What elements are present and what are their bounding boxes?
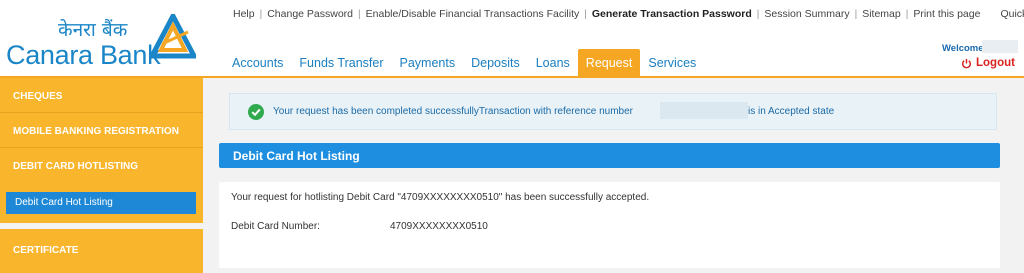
check-circle-icon — [248, 104, 264, 120]
divider — [0, 112, 203, 113]
triangle-logo-icon — [150, 14, 196, 59]
top-link-generate-transaction-password[interactable]: Generate Transaction Password — [587, 8, 757, 20]
sidebar-gap — [0, 223, 203, 229]
top-link-session-summary[interactable]: Session Summary — [759, 8, 854, 20]
welcome-text: Welcome — [942, 43, 984, 54]
header: केनरा बैंक Canara Bank Help | Change Passw… — [0, 0, 1024, 78]
top-links-bar: Help | Change Password | Enable/Disable Fina… — [228, 8, 1024, 20]
alert-status-text: is in Accepted state — [748, 106, 835, 117]
success-alert: Your request has been completed successf… — [229, 93, 997, 130]
sidebar-item-mobile-banking-registration[interactable]: MOBILE BANKING REGISTRATION — [0, 126, 203, 137]
sidebar-item-debit-card-hotlisting[interactable]: DEBIT CARD HOTLISTING — [0, 161, 203, 172]
sidebar: CHEQUES MOBILE BANKING REGISTRATION DEBI… — [0, 78, 203, 273]
confirmation-message: Your request for hotlisting Debit Card "… — [231, 192, 650, 203]
panel-body: Your request for hotlisting Debit Card "… — [219, 182, 1000, 268]
debit-card-number-label: Debit Card Number: — [231, 221, 320, 232]
sidebar-item-cheques[interactable]: CHEQUES — [0, 91, 203, 102]
tab-loans[interactable]: Loans — [528, 49, 578, 76]
quick-links-dropdown[interactable]: Quick Links » — [995, 8, 1024, 20]
logo-english-text: Canara Bank — [6, 40, 161, 70]
top-link-print-this-page[interactable]: Print this page — [908, 8, 985, 20]
tab-request[interactable]: Request — [577, 49, 641, 76]
debit-card-number-value: 4709XXXXXXXX0510 — [390, 221, 488, 232]
sidebar-subitem-debit-card-hot-listing[interactable]: Debit Card Hot Listing — [6, 192, 196, 214]
tab-payments[interactable]: Payments — [392, 49, 464, 76]
divider — [0, 147, 203, 148]
panel-title: Debit Card Hot Listing — [219, 143, 1000, 168]
top-link-enable-disable-financial-transactions-facility[interactable]: Enable/Disable Financial Transactions Fa… — [361, 8, 585, 20]
tab-funds-transfer[interactable]: Funds Transfer — [291, 49, 391, 76]
power-icon — [961, 58, 972, 68]
top-link-sitemap[interactable]: Sitemap — [857, 8, 906, 20]
top-link-change-password[interactable]: Change Password — [262, 8, 358, 20]
tab-deposits[interactable]: Deposits — [463, 49, 528, 76]
sidebar-item-certificate[interactable]: CERTIFICATE — [0, 245, 203, 256]
tab-accounts[interactable]: Accounts — [224, 49, 291, 76]
top-link-help[interactable]: Help — [228, 8, 260, 20]
canara-bank-logo[interactable]: केनरा बैंक Canara Bank — [6, 14, 196, 70]
tab-services[interactable]: Services — [640, 49, 704, 76]
main-nav: Accounts Funds Transfer Payments Deposits Lo… — [224, 49, 704, 76]
logout-label: Logout — [976, 57, 1015, 69]
logo-hindi-text: केनरा बैंक — [58, 19, 128, 41]
logout-button[interactable]: Logout — [961, 57, 1015, 69]
reference-number-redacted — [660, 102, 748, 119]
welcome-username-redacted — [982, 40, 1018, 53]
alert-message: Your request has been completed successf… — [273, 106, 634, 117]
